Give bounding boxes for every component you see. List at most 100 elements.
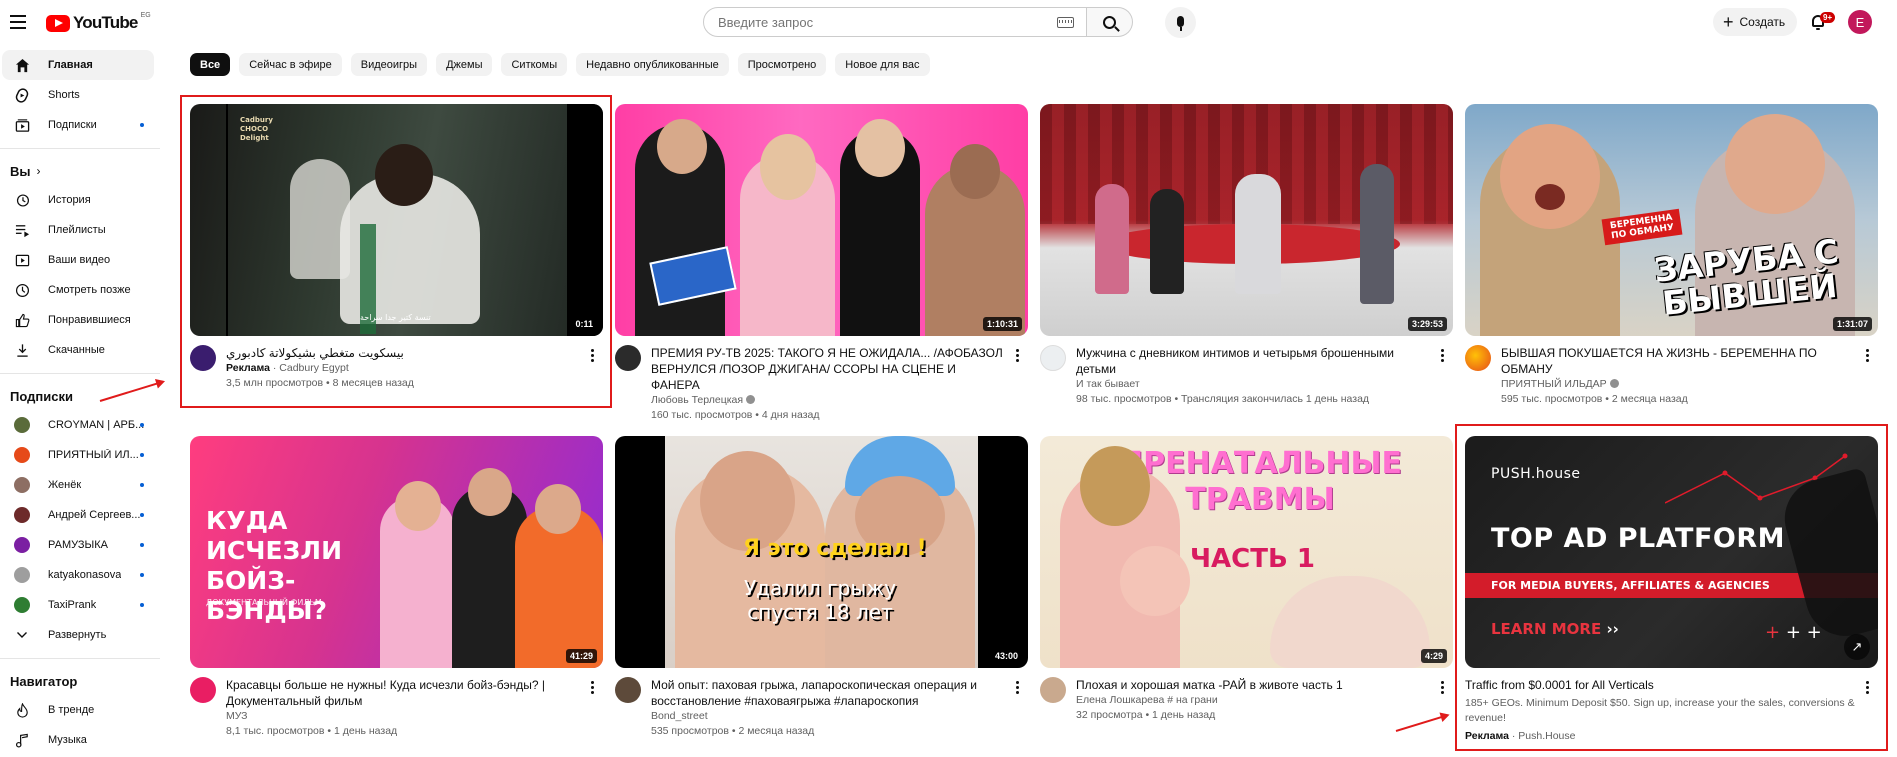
channel-avatar[interactable] — [190, 345, 216, 371]
sidebar-item-watch-later[interactable]: Смотреть позже — [2, 275, 154, 305]
video-channel[interactable]: Елена Лошкарева # на грани — [1076, 693, 1429, 708]
notifications-button[interactable]: 9+ — [1806, 10, 1836, 34]
navigator-section-heading: Навигатор — [10, 673, 78, 689]
sidebar-item-label: Смотреть позже — [48, 284, 131, 296]
ad-description: 185+ GEOs. Minimum Deposit $50. Sign up,… — [1465, 697, 1855, 724]
sidebar-sub-channel[interactable]: CROYMAN | АРБ... — [2, 410, 154, 440]
you-section-heading[interactable]: Вы › — [0, 157, 160, 185]
video-title[interactable]: ПРЕМИЯ РУ-ТВ 2025: ТАКОГО Я НЕ ОЖИДАЛА..… — [651, 345, 1004, 393]
account-avatar[interactable]: E — [1848, 10, 1872, 34]
chip-watched[interactable]: Просмотрено — [737, 53, 827, 76]
chip-gaming[interactable]: Видеоигры — [350, 53, 428, 76]
channel-avatar[interactable] — [1040, 677, 1066, 703]
more-options-icon[interactable] — [1435, 679, 1449, 695]
chip-live[interactable]: Сейчас в эфире — [239, 53, 342, 76]
sidebar-item-playlists[interactable]: Плейлисты — [2, 215, 154, 245]
video-card[interactable]: КУДА ИСЧЕЗЛИ БОЙЗ-БЭНДЫ? ДОКУМЕНТАЛЬНЫЙ … — [190, 436, 603, 739]
video-title[interactable]: Плохая и хорошая матка -РАЙ в животе час… — [1076, 677, 1429, 693]
search-button[interactable] — [1087, 7, 1133, 37]
video-thumbnail[interactable]: КУДА ИСЧЕЗЛИ БОЙЗ-БЭНДЫ? ДОКУМЕНТАЛЬНЫЙ … — [190, 436, 603, 668]
sidebar-item-trending[interactable]: В тренде — [2, 695, 154, 725]
video-card[interactable]: БЕРЕМЕННА ПО ОБМАНУ ЗАРУБА С БЫВШЕЙ 1:31… — [1465, 104, 1878, 407]
video-channel[interactable]: Bond_street — [651, 709, 1004, 724]
video-card-ad[interactable]: PUSH.house TOP AD PLATFORM FOR MEDIA BUY… — [1465, 436, 1878, 744]
advertiser-name[interactable]: · Push.House — [1509, 730, 1576, 742]
sidebar-sub-channel[interactable]: katyakonasova — [2, 560, 154, 590]
sidebar-sub-channel[interactable]: TaxiPrank — [2, 590, 154, 620]
search-input[interactable] — [718, 14, 1018, 30]
more-options-icon[interactable] — [585, 679, 599, 695]
video-thumbnail[interactable]: Я это сделал ! Удалил грыжу спустя 18 ле… — [615, 436, 1028, 668]
chip-new-to-you[interactable]: Новое для вас — [835, 53, 930, 76]
chip-all[interactable]: Все — [190, 53, 231, 76]
external-link-icon[interactable]: ↗ — [1844, 634, 1870, 660]
sidebar-item-your-videos[interactable]: Ваши видео — [2, 245, 154, 275]
channel-avatar[interactable] — [1465, 345, 1491, 371]
keyboard-icon[interactable] — [1057, 17, 1074, 28]
more-options-icon[interactable] — [1010, 679, 1024, 695]
sidebar-item-liked[interactable]: Понравившиеся — [2, 305, 154, 335]
new-content-dot — [140, 543, 144, 547]
video-title[interactable]: Мой опыт: паховая грыжа, лапароскопическ… — [651, 677, 1004, 709]
your-videos-icon — [14, 252, 30, 268]
sidebar-item-label: Андрей Сергеев... — [48, 509, 141, 521]
chip-recently-uploaded[interactable]: Недавно опубликованные — [576, 53, 729, 76]
sidebar-item-home[interactable]: Главная — [2, 50, 154, 80]
channel-name[interactable]: ПРИЯТНЫЙ ИЛЬДАР — [1501, 378, 1607, 390]
notification-badge: 9+ — [1820, 12, 1836, 23]
sidebar-sub-channel[interactable]: Женёк — [2, 470, 154, 500]
video-thumbnail[interactable]: Cadbury CHOCO Delight تنسة كتير جدا سراح… — [190, 104, 603, 336]
video-title[interactable]: Красавцы больше не нужны! Куда исчезли б… — [226, 677, 579, 709]
more-options-icon[interactable] — [1860, 679, 1874, 695]
channel-avatar[interactable] — [1040, 345, 1066, 371]
menu-icon[interactable] — [10, 11, 32, 33]
video-title[interactable]: بيسكويت متغطي بشيكولاتة كادبوري — [226, 345, 579, 361]
channel-avatar[interactable] — [615, 345, 641, 371]
create-button[interactable]: + Создать — [1713, 8, 1798, 36]
more-options-icon[interactable] — [1010, 347, 1024, 363]
video-duration: 3:29:53 — [1407, 317, 1447, 331]
video-title[interactable]: БЫВШАЯ ПОКУШАЕТСЯ НА ЖИЗНЬ - БЕРЕМЕННА П… — [1501, 345, 1854, 377]
voice-search-button[interactable] — [1165, 7, 1196, 38]
sidebar-sub-channel[interactable]: РАМУЗЫКА — [2, 530, 154, 560]
video-meta: بيسكويت متغطي بشيكولاتة كادبوري Реклама … — [190, 345, 603, 391]
sidebar-item-music[interactable]: Музыка — [2, 725, 154, 755]
video-channel[interactable]: Любовь Терлецкая — [651, 393, 1004, 408]
channel-name[interactable]: Любовь Терлецкая — [651, 394, 743, 406]
video-thumbnail[interactable]: ПРЕНАТАЛЬНЫЕ ТРАВМЫ ЧАСТЬ 1 4:29 — [1040, 436, 1453, 668]
sidebar-item-label: CROYMAN | АРБ... — [48, 419, 145, 431]
more-options-icon[interactable] — [1860, 347, 1874, 363]
video-title[interactable]: Мужчина с дневником интимов и четырьмя б… — [1076, 345, 1429, 377]
video-card[interactable]: 3:29:53 Мужчина с дневником интимов и че… — [1040, 104, 1453, 407]
channel-avatar[interactable] — [615, 677, 641, 703]
video-card[interactable]: ПРЕНАТАЛЬНЫЕ ТРАВМЫ ЧАСТЬ 1 4:29 Плохая … — [1040, 436, 1453, 723]
chip-jams[interactable]: Джемы — [436, 53, 493, 76]
sidebar-item-history[interactable]: История — [2, 185, 154, 215]
sidebar-expand[interactable]: Развернуть — [2, 620, 154, 650]
video-channel[interactable]: МУЗ — [226, 709, 579, 724]
sidebar-sub-channel[interactable]: ПРИЯТНЫЙ ИЛ... — [2, 440, 154, 470]
video-thumbnail[interactable]: PUSH.house TOP AD PLATFORM FOR MEDIA BUY… — [1465, 436, 1878, 668]
more-options-icon[interactable] — [1435, 347, 1449, 363]
sidebar-item-label: Музыка — [48, 734, 87, 746]
video-meta: ПРЕМИЯ РУ-ТВ 2025: ТАКОГО Я НЕ ОЖИДАЛА..… — [615, 345, 1028, 423]
video-channel[interactable]: ПРИЯТНЫЙ ИЛЬДАР — [1501, 377, 1854, 392]
video-thumbnail[interactable]: 3:29:53 — [1040, 104, 1453, 336]
video-card[interactable]: 1:10:31 ПРЕМИЯ РУ-ТВ 2025: ТАКОГО Я НЕ О… — [615, 104, 1028, 423]
sidebar-item-shorts[interactable]: Shorts — [2, 80, 154, 110]
video-thumbnail[interactable]: БЕРЕМЕННА ПО ОБМАНУ ЗАРУБА С БЫВШЕЙ 1:31… — [1465, 104, 1878, 336]
ad-title[interactable]: Traffic from $0.0001 for All Verticals — [1465, 677, 1858, 693]
video-thumbnail[interactable]: 1:10:31 — [615, 104, 1028, 336]
sidebar-item-subscriptions[interactable]: Подписки — [2, 110, 154, 140]
chip-sitcoms[interactable]: Ситкомы — [501, 53, 568, 76]
new-content-dot — [140, 453, 144, 457]
sidebar-sub-channel[interactable]: Андрей Сергеев... — [2, 500, 154, 530]
advertiser-name[interactable]: · Cadbury Egypt — [270, 362, 349, 374]
channel-avatar[interactable] — [190, 677, 216, 703]
youtube-logo[interactable]: YouTube EG — [46, 12, 151, 33]
video-card[interactable]: Я это сделал ! Удалил грыжу спустя 18 ле… — [615, 436, 1028, 739]
sidebar-item-downloads[interactable]: Скачанные — [2, 335, 154, 365]
more-options-icon[interactable] — [585, 347, 599, 363]
video-channel[interactable]: И так бывает — [1076, 377, 1429, 392]
video-card-ad[interactable]: Cadbury CHOCO Delight تنسة كتير جدا سراح… — [190, 104, 603, 391]
